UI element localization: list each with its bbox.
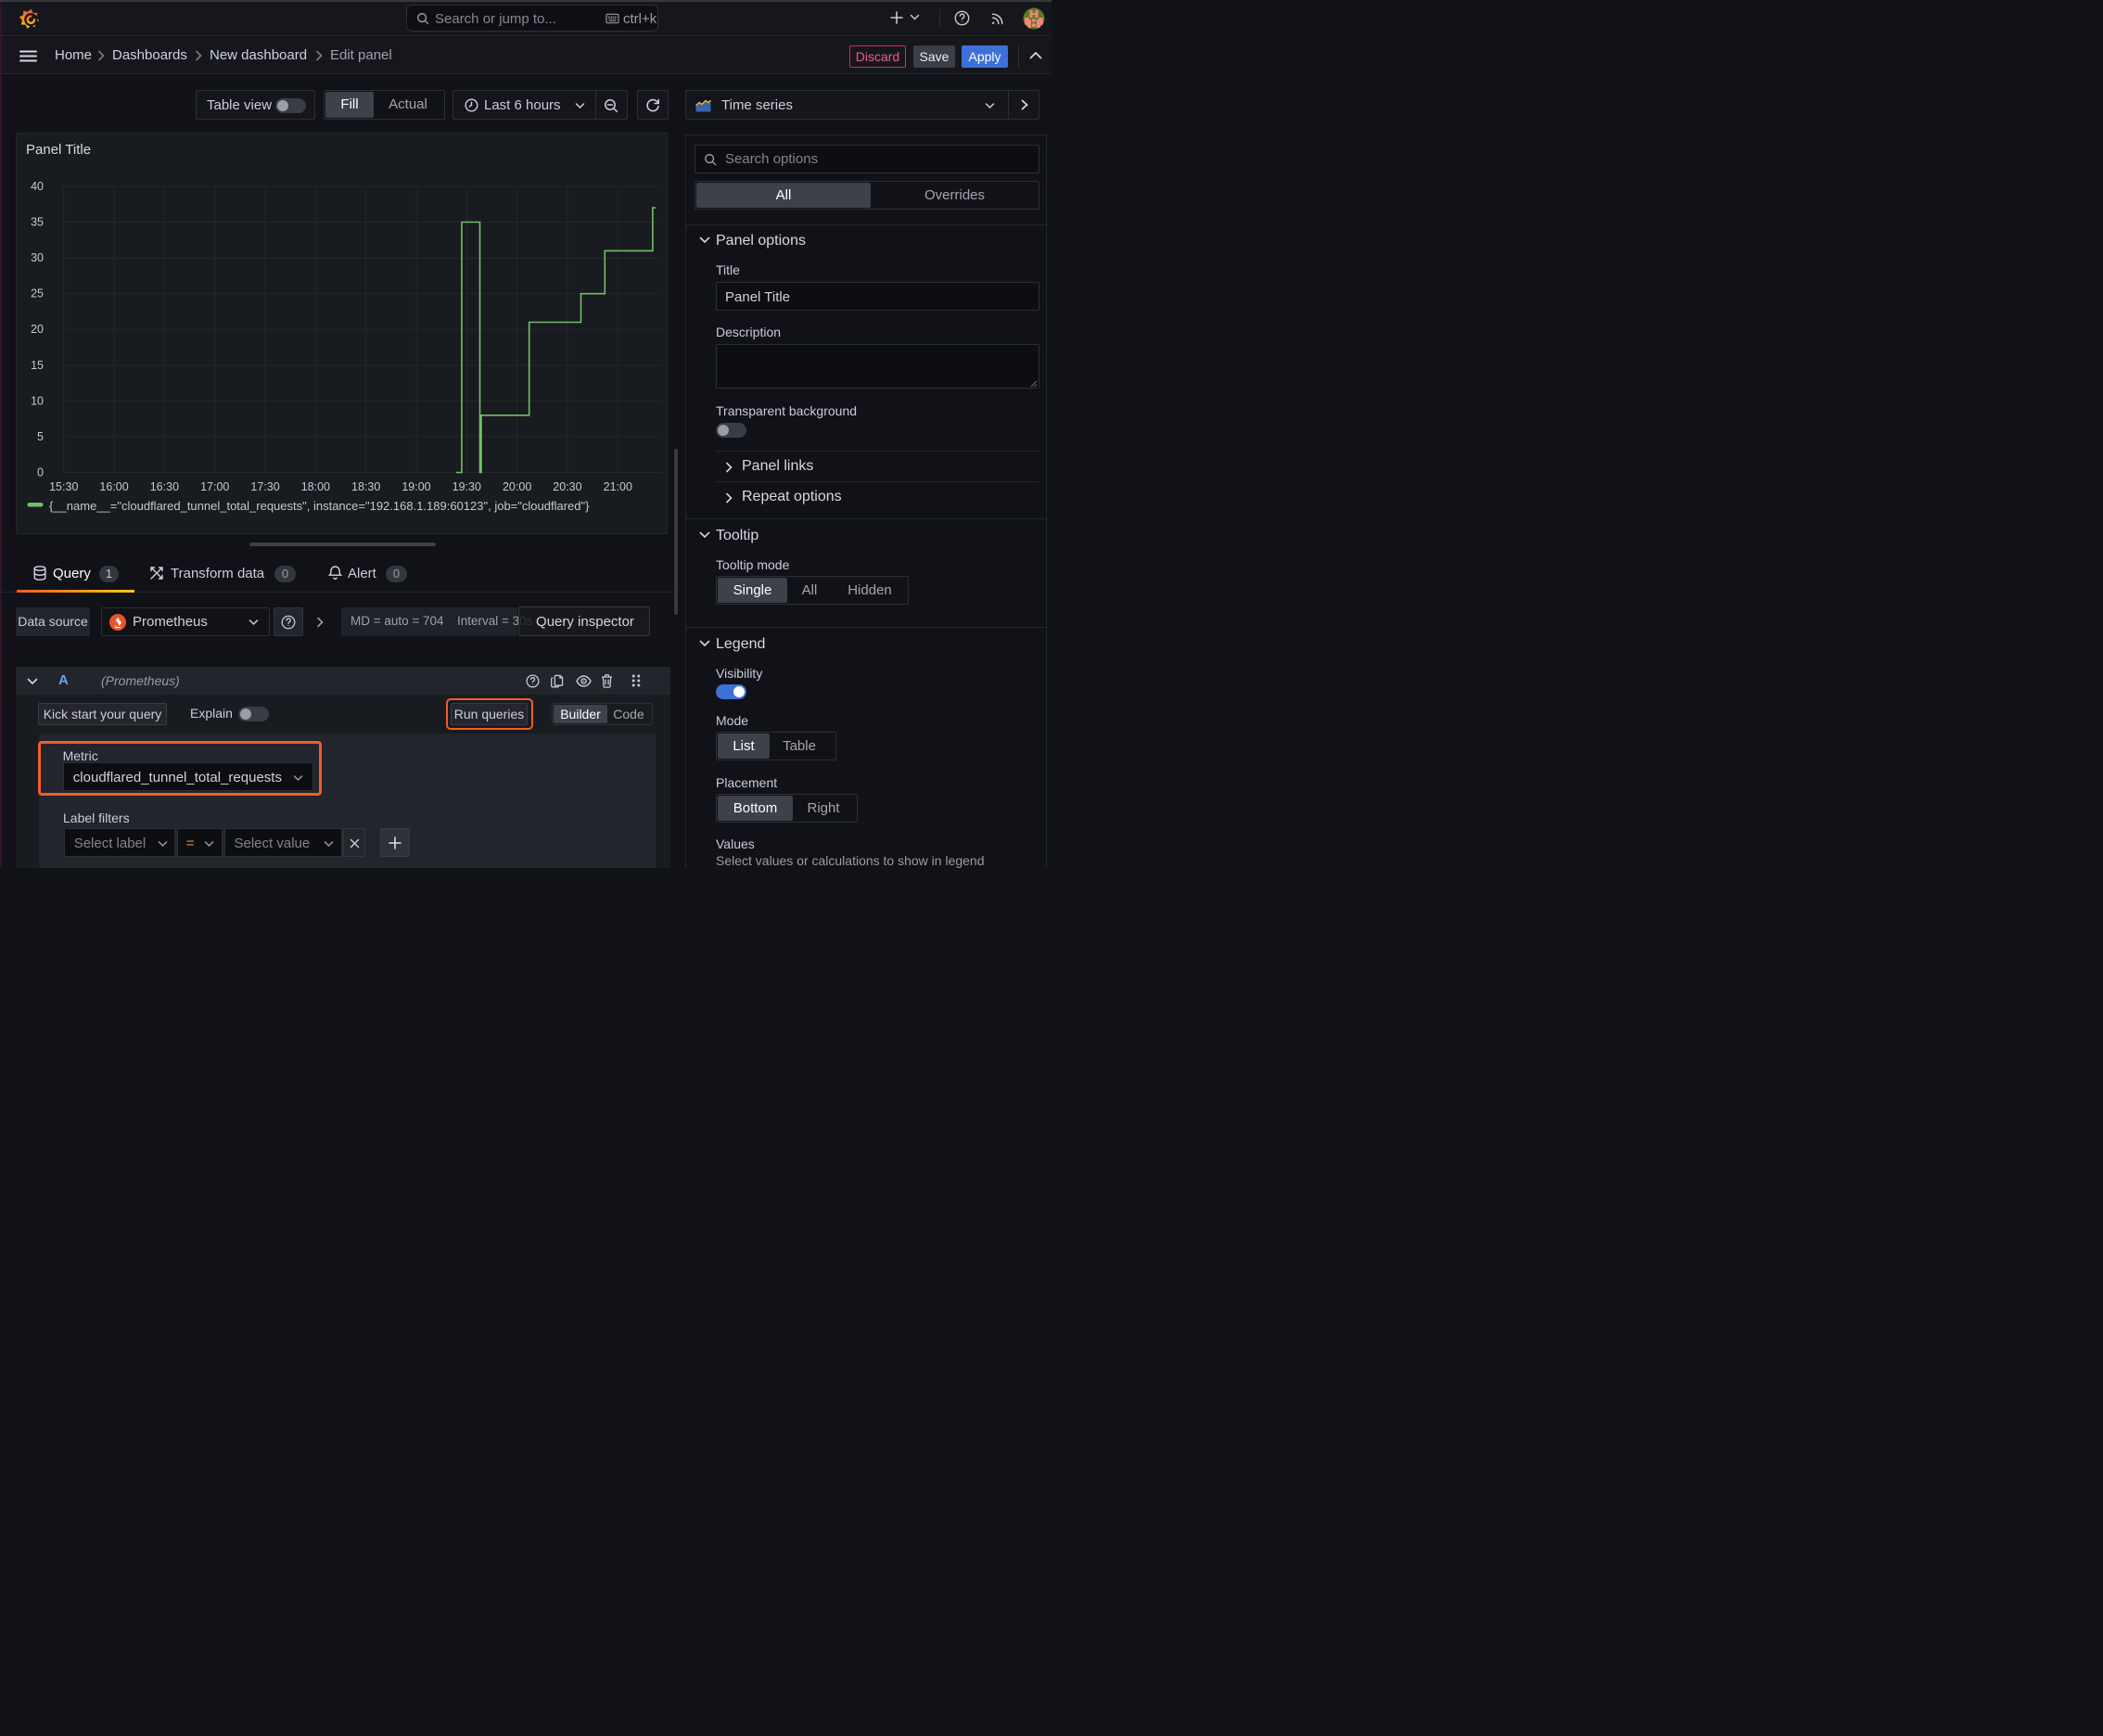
svg-text:17:30: 17:30: [250, 480, 279, 493]
svg-text:10: 10: [31, 394, 44, 407]
svg-text:18:30: 18:30: [351, 480, 380, 493]
svg-text:17:00: 17:00: [200, 480, 229, 493]
svg-text:15:30: 15:30: [49, 480, 78, 493]
svg-text:0: 0: [37, 466, 44, 479]
svg-text:15: 15: [31, 359, 44, 372]
svg-text:{__name__="cloudflared_tunnel_: {__name__="cloudflared_tunnel_total_requ…: [49, 499, 590, 513]
svg-text:5: 5: [37, 430, 44, 443]
svg-text:16:30: 16:30: [150, 480, 179, 493]
svg-text:16:00: 16:00: [99, 480, 128, 493]
svg-text:35: 35: [31, 216, 44, 229]
svg-text:19:00: 19:00: [401, 480, 430, 493]
svg-text:21:00: 21:00: [604, 480, 632, 493]
svg-text:25: 25: [31, 287, 44, 300]
svg-text:40: 40: [31, 180, 44, 193]
svg-text:18:00: 18:00: [301, 480, 330, 493]
svg-text:19:30: 19:30: [452, 480, 481, 493]
svg-text:20:30: 20:30: [553, 480, 581, 493]
svg-text:30: 30: [31, 251, 44, 264]
svg-text:20:00: 20:00: [503, 480, 531, 493]
svg-text:20: 20: [31, 323, 44, 336]
